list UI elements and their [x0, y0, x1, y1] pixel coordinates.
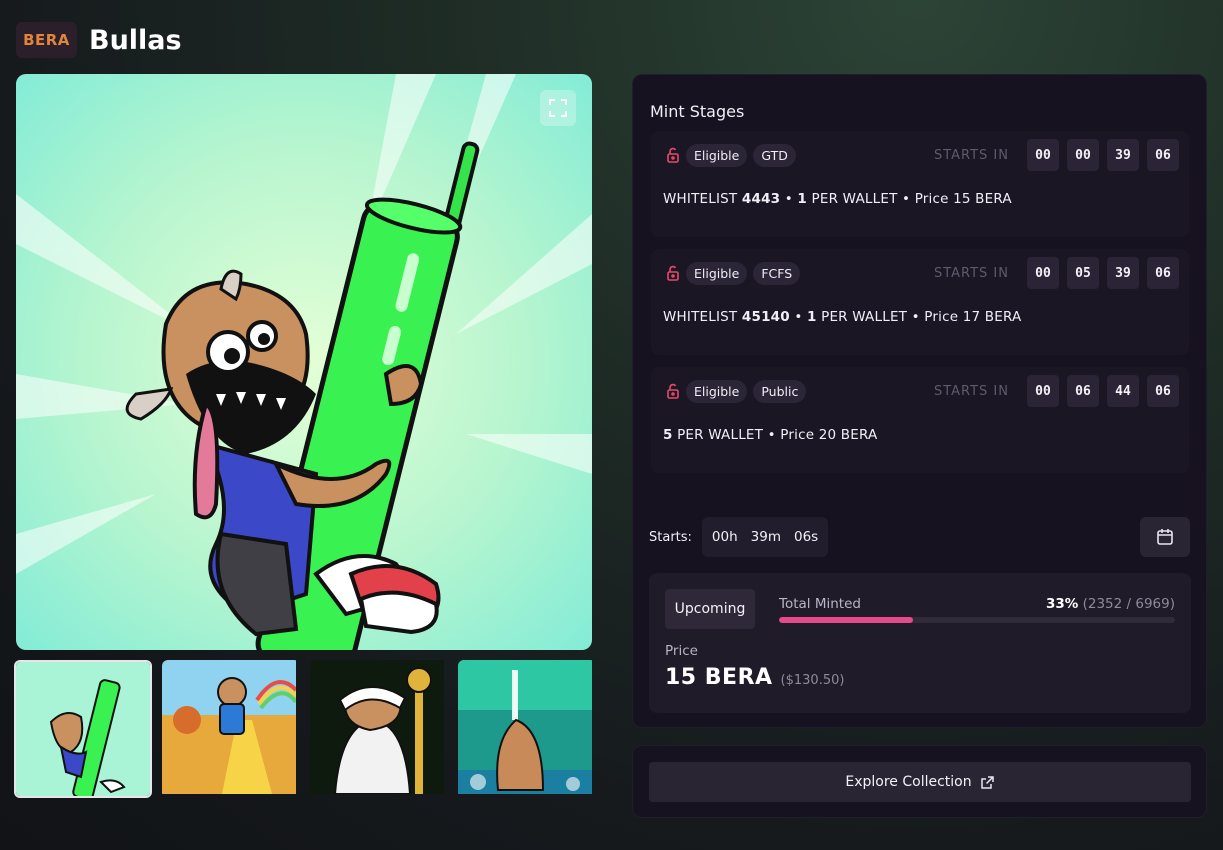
calendar-icon[interactable]	[1140, 517, 1190, 557]
bull-climbing-candle-art	[16, 74, 592, 650]
mint-stage-public[interactable]: Eligible Public STARTS IN 00 06 44 06 5 …	[651, 367, 1189, 473]
starts-timer: 00h 39m 06s	[701, 517, 829, 557]
minted-counts: (2352 / 6969)	[1082, 596, 1175, 612]
countdown-days: 00	[1027, 257, 1059, 289]
price-row: 15 BERA ($130.50)	[665, 665, 844, 690]
stage-type-badge: FCFS	[753, 261, 801, 285]
countdown-seconds: 06	[1147, 375, 1179, 407]
thumbnail-1[interactable]	[14, 660, 152, 798]
starts-in-label: STARTS IN	[933, 147, 1009, 163]
explore-panel: Explore Collection	[632, 745, 1207, 818]
stage-type-badge: Public	[753, 379, 807, 403]
countdown-minutes: 39	[1107, 257, 1139, 289]
explore-collection-button[interactable]: Explore Collection	[649, 762, 1191, 802]
eligible-badge: Eligible	[686, 143, 748, 167]
external-link-icon	[980, 775, 994, 789]
mint-stages-panel: Mint Stages Eligible GTD STARTS IN 00 00…	[632, 74, 1207, 728]
thumbnail-strip	[14, 660, 596, 798]
price-label: Price	[665, 643, 698, 659]
eligible-badge: Eligible	[686, 261, 748, 285]
starts-label: Starts:	[649, 529, 692, 545]
price-usd: ($130.50)	[780, 673, 845, 688]
countdown-seconds: 06	[1147, 257, 1179, 289]
explore-collection-label: Explore Collection	[845, 774, 972, 790]
countdown-hours: 05	[1067, 257, 1099, 289]
stage-details: WHITELIST 45140 • 1 PER WALLET • Price 1…	[663, 309, 1022, 325]
starts-in-label: STARTS IN	[933, 265, 1009, 281]
unlock-icon	[667, 147, 679, 163]
mint-stage-fcfs[interactable]: Eligible FCFS STARTS IN 00 05 39 06 WHIT…	[651, 249, 1189, 355]
timer-minutes: 39m	[750, 529, 781, 545]
starts-in-label: STARTS IN	[933, 383, 1009, 399]
mint-progress-fill	[779, 617, 913, 623]
mint-status-box: Upcoming Total Minted 33% (2352 / 6969) …	[649, 573, 1191, 713]
countdown-hours: 06	[1067, 375, 1099, 407]
timer-seconds: 06s	[794, 529, 819, 545]
stage-details: WHITELIST 4443 • 1 PER WALLET • Price 15…	[663, 191, 1012, 207]
mint-progress-bar	[779, 617, 1175, 623]
countdown-hours: 00	[1067, 139, 1099, 171]
timer-hours: 00h	[711, 529, 738, 545]
mint-stage-gtd[interactable]: Eligible GTD STARTS IN 00 00 39 06 WHITE…	[651, 131, 1189, 237]
expand-icon[interactable]	[540, 90, 576, 126]
unlock-icon	[667, 383, 679, 399]
countdown-minutes: 39	[1107, 139, 1139, 171]
minted-percent: 33%	[1045, 596, 1079, 612]
countdown-days: 00	[1027, 375, 1059, 407]
stage-details: 5 PER WALLET • Price 20 BERA	[663, 427, 878, 443]
countdown-days: 00	[1027, 139, 1059, 171]
eligible-badge: Eligible	[686, 379, 748, 403]
minted-stats: 33% (2352 / 6969)	[1046, 596, 1175, 612]
thumbnail-3[interactable]	[310, 660, 448, 798]
main-nft-image[interactable]	[16, 74, 592, 650]
countdown-seconds: 06	[1147, 139, 1179, 171]
countdown-minutes: 44	[1107, 375, 1139, 407]
chain-badge: BERA	[16, 22, 77, 58]
collection-title: Bullas	[89, 24, 182, 56]
thumbnail-2[interactable]	[162, 660, 300, 798]
collection-header: BERA Bullas	[16, 22, 182, 58]
thumbnail-4[interactable]	[458, 660, 596, 798]
upcoming-button[interactable]: Upcoming	[665, 589, 755, 629]
price-value: 15 BERA	[665, 665, 773, 690]
stage-type-badge: GTD	[753, 143, 796, 167]
unlock-icon	[667, 265, 679, 281]
mint-stages-title: Mint Stages	[650, 102, 745, 121]
starts-row: Starts: 00h 39m 06s	[649, 517, 829, 557]
total-minted-label: Total Minted	[779, 596, 861, 612]
